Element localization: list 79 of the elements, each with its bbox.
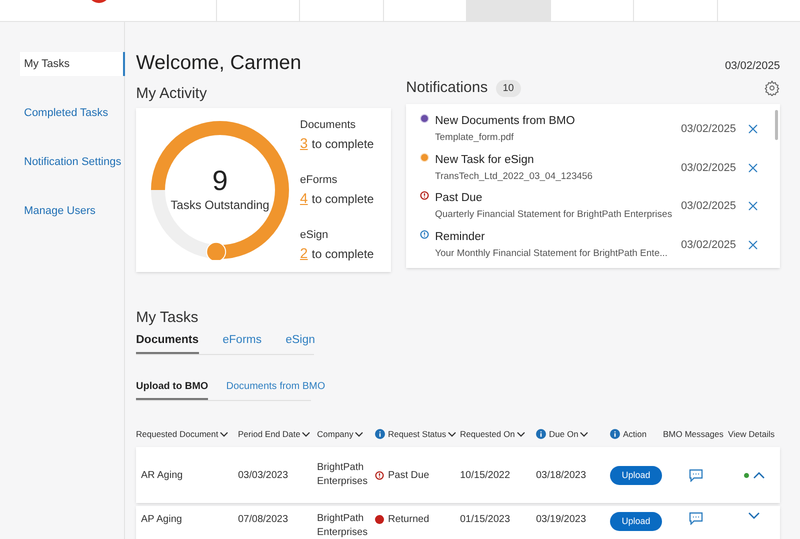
- table-cell: AR Aging: [141, 470, 183, 481]
- column-header[interactable]: Period End Date: [238, 428, 300, 441]
- sidebar-item[interactable]: Manage Users: [20, 199, 124, 223]
- count-badge: 10: [496, 80, 521, 96]
- notification-title[interactable]: Reminder: [435, 228, 681, 246]
- welcome-heading: Welcome, Carmen: [136, 51, 302, 75]
- close-icon[interactable]: [748, 240, 758, 250]
- current-date: 03/02/2025: [724, 58, 780, 74]
- tab[interactable]: Documents: [136, 332, 199, 354]
- total-label: Tasks Outstanding: [170, 197, 270, 214]
- task-category: eForms: [300, 172, 338, 188]
- info-icon[interactable]: [536, 429, 546, 440]
- sort-caret-icon[interactable]: [355, 432, 364, 437]
- section-title: Notifications: [406, 78, 488, 98]
- tab[interactable]: eForms: [222, 332, 262, 354]
- count-label: to complete: [312, 246, 374, 262]
- table-cell: AP Aging: [141, 514, 182, 526]
- info-icon[interactable]: [610, 429, 620, 440]
- table-cell: 03/19/2023: [536, 514, 586, 526]
- notification-title[interactable]: New Task for eSign: [435, 152, 681, 169]
- close-icon[interactable]: [748, 201, 758, 212]
- close-icon[interactable]: [748, 162, 758, 173]
- section-title: My Tasks: [136, 308, 200, 328]
- sidebar-item[interactable]: Completed Tasks: [20, 101, 124, 125]
- total-count: 9: [212, 166, 228, 196]
- task-category: eSign: [300, 228, 330, 242]
- info-icon[interactable]: [375, 429, 385, 440]
- close-icon[interactable]: [748, 124, 758, 134]
- sort-caret-icon[interactable]: [580, 432, 588, 437]
- message-icon[interactable]: [688, 512, 702, 526]
- scrollbar-thumb[interactable]: [775, 110, 778, 140]
- notification-detail: Your Monthly Financial Statement for BrightPath Ente...: [435, 246, 669, 261]
- column-header[interactable]: Company: [317, 428, 354, 441]
- column-header[interactable]: Request Status: [388, 428, 446, 441]
- table-cell: 01/15/2023: [460, 514, 510, 526]
- subtab[interactable]: Upload to BMO: [136, 379, 208, 400]
- alert-icon: [375, 470, 384, 480]
- count-label: to complete: [312, 136, 374, 152]
- notification-title[interactable]: Past Due: [435, 190, 681, 208]
- column-header: Action: [623, 428, 647, 441]
- count-label: to complete: [312, 190, 374, 208]
- notification-date: 03/02/2025: [680, 122, 736, 137]
- sort-caret-icon[interactable]: [448, 432, 456, 437]
- notification-date: 03/02/2025: [680, 160, 736, 176]
- upload-button[interactable]: Upload: [610, 466, 662, 485]
- sidebar-item[interactable]: Notification Settings: [20, 150, 124, 174]
- table-cell-text: BrightPath Enterprises: [317, 512, 369, 539]
- notification-date: 03/02/2025: [680, 199, 736, 214]
- table-cell-text: Returned: [388, 513, 430, 528]
- column-header[interactable]: Requested Document: [136, 428, 218, 441]
- column-header: BMO Messages: [663, 428, 724, 441]
- sort-caret-icon[interactable]: [516, 432, 525, 437]
- sidebar-item[interactable]: My Tasks: [20, 52, 125, 76]
- table-cell: 03/18/2023: [536, 470, 586, 481]
- column-header: View Details: [728, 428, 775, 441]
- notification-date: 03/02/2025: [680, 238, 736, 252]
- column-header[interactable]: Due On: [549, 428, 578, 441]
- notification-title[interactable]: New Documents from BMO: [435, 113, 681, 130]
- column-header[interactable]: Requested On: [460, 428, 515, 441]
- upload-button[interactable]: Upload: [610, 512, 662, 532]
- chevron-up-icon[interactable]: [752, 472, 764, 479]
- task-category: Documents: [300, 118, 357, 132]
- table-cell: 07/08/2023: [238, 514, 288, 526]
- notification-detail: Template_form.pdf: [435, 131, 515, 146]
- sort-caret-icon[interactable]: [220, 432, 228, 437]
- table-cell-text: Past Due: [388, 468, 430, 483]
- settings-icon[interactable]: [764, 80, 780, 96]
- message-icon[interactable]: [688, 468, 702, 482]
- section-title: My Activity: [136, 84, 208, 104]
- table-cell: 10/15/2022: [460, 470, 510, 481]
- status-dot-icon: [375, 515, 384, 524]
- table-cell: 03/03/2023: [238, 470, 288, 481]
- table-cell-text: BrightPath Enterprises: [317, 461, 369, 490]
- tab[interactable]: eSign: [286, 332, 316, 354]
- sort-caret-icon[interactable]: [302, 432, 310, 437]
- subtab[interactable]: Documents from BMO: [226, 379, 326, 400]
- chevron-down-icon[interactable]: [748, 512, 760, 520]
- notification-detail: Quarterly Financial Statement for BrightPath Enterprises: [435, 208, 674, 222]
- notification-detail: TransTech_Ltd_2022_03_04_123456: [435, 170, 594, 184]
